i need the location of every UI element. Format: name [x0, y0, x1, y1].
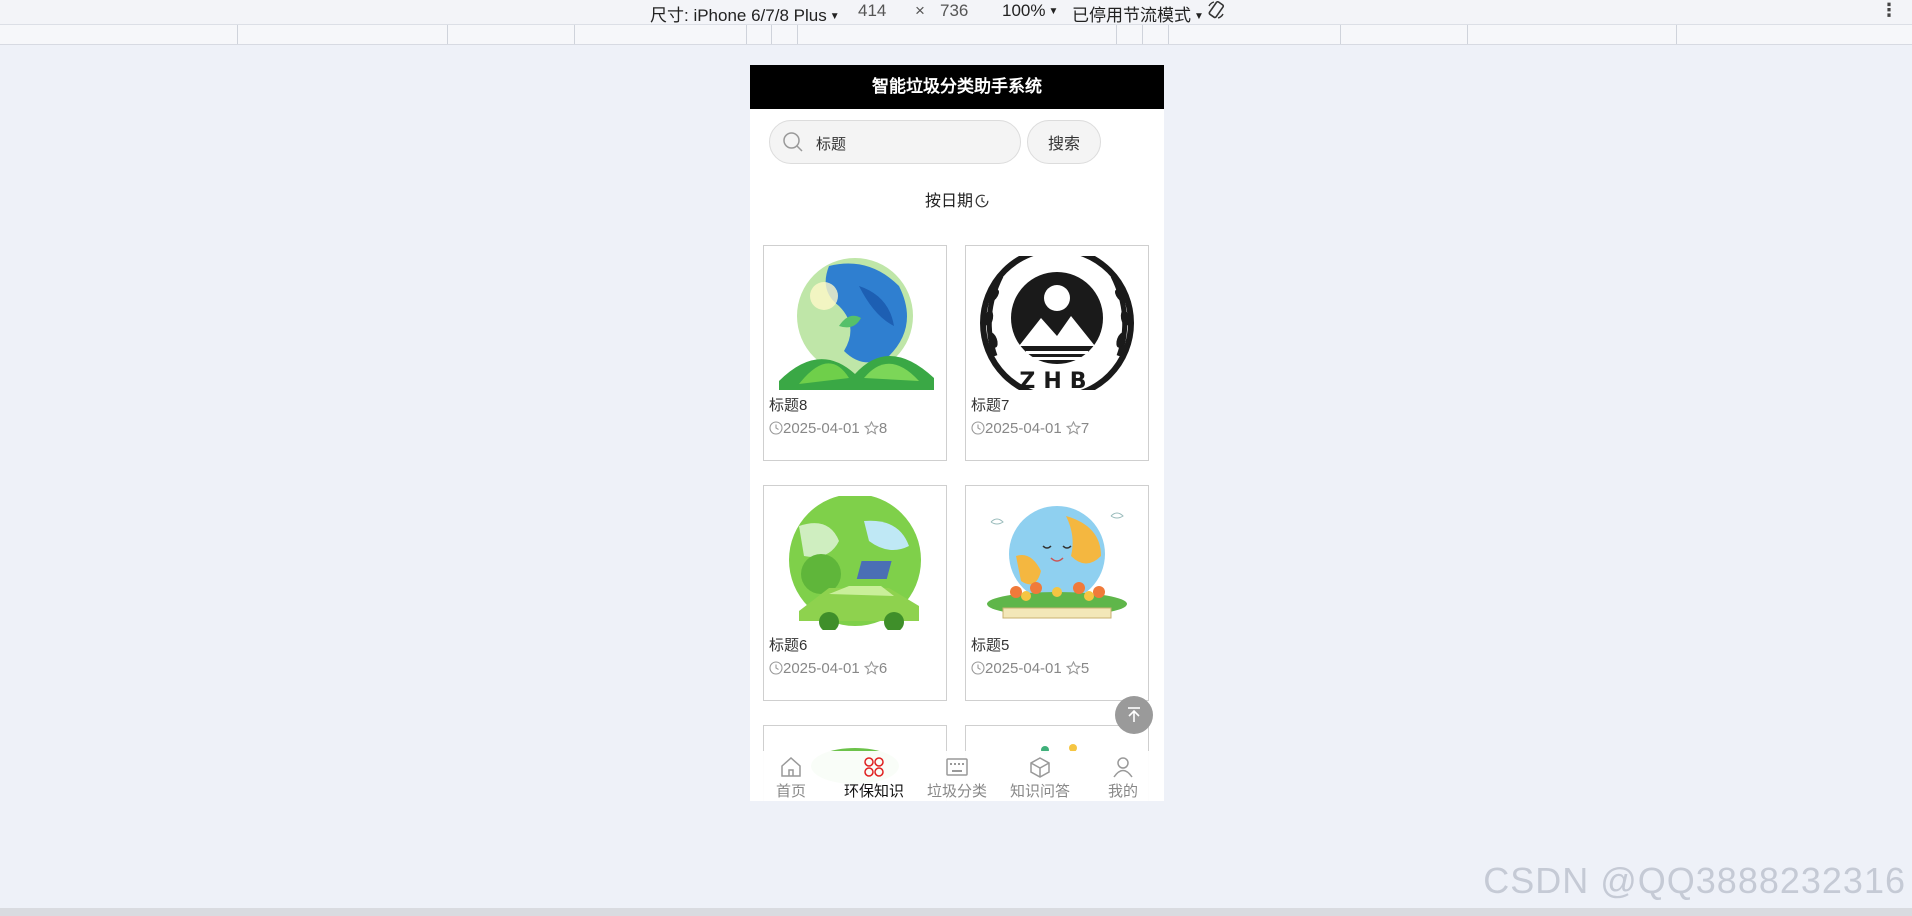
- back-to-top-button[interactable]: [1115, 696, 1153, 734]
- search-icon: [783, 132, 803, 152]
- phone-viewport: 智能垃圾分类助手系统 搜索 按日期 标题8 2025-04-01: [750, 65, 1164, 801]
- card-title: 标题6: [769, 637, 808, 654]
- clock-icon: [769, 421, 783, 435]
- zoom-label: 100%: [1002, 1, 1046, 20]
- search-input[interactable]: [814, 127, 1008, 159]
- clock-icon: [769, 661, 783, 675]
- card-stars: 6: [878, 660, 888, 677]
- tab-label: 垃圾分类: [926, 783, 987, 800]
- clock-sort-icon: [975, 194, 989, 208]
- user-icon: [1113, 757, 1133, 778]
- cube-icon: [1030, 757, 1050, 778]
- csdn-watermark: CSDN @QQ3888232316: [1483, 860, 1906, 901]
- star-icon: [1065, 660, 1082, 675]
- tab-label: 知识问答: [1009, 783, 1070, 800]
- star-icon: [863, 660, 880, 675]
- throttle-select[interactable]: 已停用节流模式 ▼: [1072, 1, 1204, 26]
- clock-icon: [971, 421, 985, 435]
- height-field[interactable]: 736: [940, 1, 968, 21]
- card-stars: 8: [878, 420, 888, 437]
- star-icon: [1065, 420, 1082, 435]
- tab-label: 首页: [775, 783, 806, 800]
- card-meta: 2025-04-01 8: [769, 420, 887, 437]
- tab-eco-knowledge[interactable]: 环保知识: [833, 751, 915, 801]
- card-stars: 7: [1080, 420, 1090, 437]
- card-title: 标题8: [769, 397, 808, 414]
- search-row: 搜索: [750, 120, 1164, 166]
- arrow-up-icon: [1128, 707, 1140, 722]
- device-select[interactable]: 尺寸: iPhone 6/7/8 Plus ▼: [650, 1, 840, 26]
- svg-text:ZHB: ZHB: [1019, 369, 1094, 390]
- times-sign: ×: [915, 1, 925, 20]
- throttle-label: 已停用节流模式: [1072, 6, 1191, 25]
- keyboard-icon: [946, 758, 968, 776]
- card-image-smiling-earth-flowers: [971, 496, 1143, 630]
- knowledge-card[interactable]: ZHB 标题7 2025-04-01 7: [965, 245, 1149, 461]
- search-box[interactable]: [769, 120, 1021, 164]
- card-image-green-earth-leaves: [769, 256, 941, 390]
- device-label: 尺寸: iPhone 6/7/8 Plus: [650, 6, 827, 25]
- tab-quiz[interactable]: 知识问答: [999, 751, 1081, 801]
- tab-label: 我的: [1107, 783, 1138, 800]
- width-field[interactable]: 414: [858, 1, 886, 21]
- rotate-icon[interactable]: [1206, 0, 1226, 25]
- knowledge-card[interactable]: 标题5 2025-04-01 5: [965, 485, 1149, 701]
- card-image-zhb-emblem: ZHB: [971, 256, 1143, 390]
- media-query-ruler: [0, 25, 1912, 45]
- card-date: 2025-04-01: [985, 420, 1062, 437]
- card-date: 2025-04-01: [985, 660, 1062, 677]
- home-icon: [781, 756, 801, 777]
- sort-by-date[interactable]: 按日期: [750, 187, 1164, 211]
- tab-mine[interactable]: 我的: [1082, 751, 1164, 801]
- knowledge-card[interactable]: 标题6 2025-04-01 6: [763, 485, 947, 701]
- search-button[interactable]: 搜索: [1027, 120, 1101, 164]
- tab-home[interactable]: 首页: [750, 751, 832, 801]
- sort-label: 按日期: [924, 193, 973, 210]
- card-date: 2025-04-01: [783, 420, 860, 437]
- clover-icon: [864, 757, 884, 777]
- zoom-select[interactable]: 100% ▼: [1002, 1, 1058, 21]
- star-icon: [863, 420, 880, 435]
- window-bottom-strip: [0, 908, 1912, 916]
- card-title: 标题5: [971, 637, 1010, 654]
- knowledge-card[interactable]: 标题8 2025-04-01 8: [763, 245, 947, 461]
- card-title: 标题7: [971, 397, 1010, 414]
- card-date: 2025-04-01: [783, 660, 860, 677]
- card-stars: 5: [1080, 660, 1090, 677]
- card-image-green-earth-car: [769, 496, 941, 630]
- bottom-tab-bar: 首页 环保知识 垃圾分类 知识问答 我的: [750, 751, 1164, 801]
- devtools-device-toolbar: 尺寸: iPhone 6/7/8 Plus ▼ 414 × 736 100% ▼ 已…: [0, 0, 1912, 25]
- card-meta: 2025-04-01 6: [769, 660, 887, 677]
- card-meta: 2025-04-01 7: [971, 420, 1089, 437]
- app-title: 智能垃圾分类助手系统: [750, 65, 1164, 109]
- tab-label: 环保知识: [843, 783, 904, 800]
- card-meta: 2025-04-01 5: [971, 660, 1089, 677]
- clock-icon: [971, 661, 985, 675]
- tab-garbage-classification[interactable]: 垃圾分类: [916, 751, 998, 801]
- more-options-icon[interactable]: ⋮: [1880, 0, 1898, 21]
